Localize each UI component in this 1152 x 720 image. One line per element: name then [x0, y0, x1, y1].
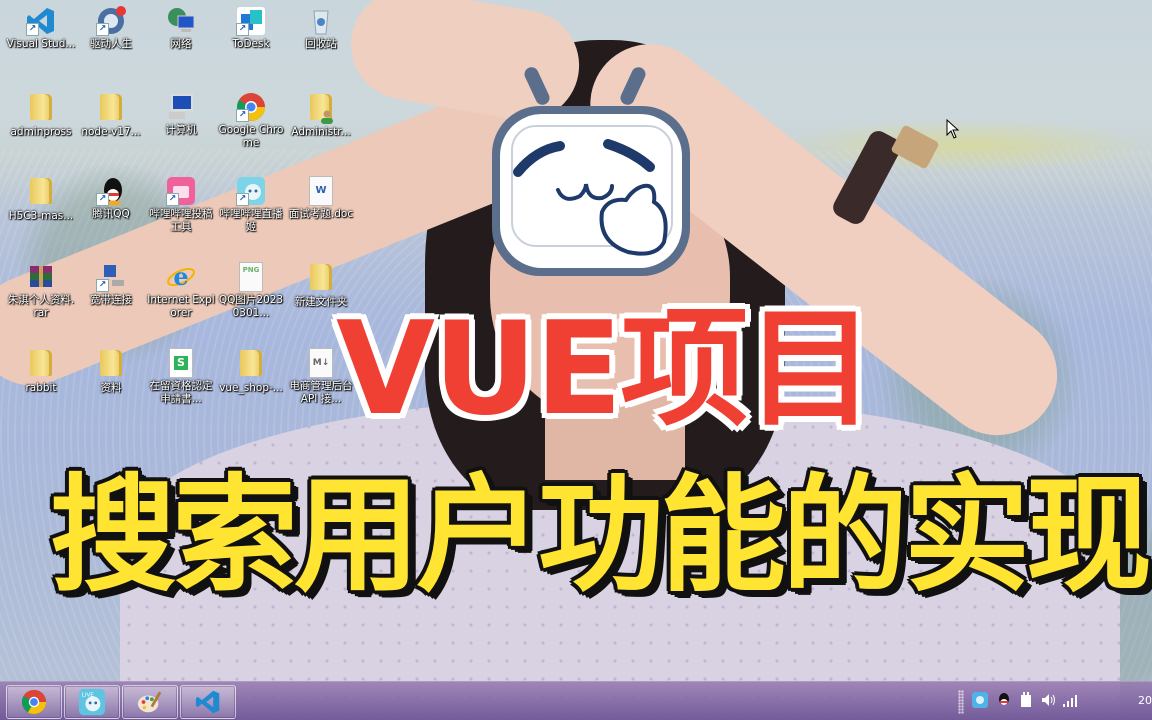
desktop-icon-label: 腾讯QQ — [92, 208, 130, 220]
desktop-icon-label: 回收站 — [305, 38, 337, 50]
desktop-icon-grid: ↗ Visual Stud... ↗ 驱动人生 网络 ↗ ToDesk 回收站 … — [0, 0, 360, 420]
taskbar-button-paint[interactable] — [122, 685, 178, 719]
user-folder-icon — [306, 94, 336, 124]
desktop-icon[interactable]: ↗ 腾讯QQ — [76, 176, 146, 221]
computer-icon — [166, 92, 196, 122]
desktop-icon[interactable]: 网络 — [146, 6, 216, 51]
svg-text:LIVE: LIVE — [82, 692, 95, 698]
bilibili-upload-icon: ↗ — [166, 176, 196, 206]
desktop-icon[interactable]: S 在留資格認定申請書... — [146, 348, 216, 406]
desktop-icon[interactable]: 资料 — [76, 348, 146, 395]
desktop-icon-label: Visual Stud... — [6, 38, 76, 50]
desktop-icon[interactable]: node-v17... — [76, 92, 146, 139]
desktop-icon-label: ToDesk — [232, 38, 270, 50]
word-doc-icon: W — [306, 176, 336, 206]
winrar-icon — [26, 262, 56, 292]
desktop-icon[interactable]: H5C3-mas... — [6, 176, 76, 223]
png-file-icon: PNG — [236, 262, 266, 292]
bilibili-mascot-sticker — [492, 67, 690, 276]
desktop-icon-label: H5C3-mas... — [8, 210, 74, 222]
qq-icon: ↗ — [96, 176, 126, 206]
driver-life-icon: ↗ — [96, 6, 126, 36]
desktop-icon[interactable]: ↗ 哔哩哔哩直播姬 — [216, 176, 286, 234]
desktop-icon[interactable]: Administr... — [286, 92, 356, 139]
desktop-icon-label: 哔哩哔哩直播姬 — [219, 208, 283, 233]
bilibili-live-icon: LIVE — [78, 688, 106, 716]
folder-icon — [96, 94, 126, 124]
qq-tray-icon[interactable] — [996, 692, 1012, 708]
desktop-icon[interactable]: 朱淇个人资料.rar — [6, 262, 76, 320]
taskbar-clock[interactable]: 20 — [1138, 694, 1152, 707]
desktop-icon[interactable]: PNG QQ图片20230301... — [216, 262, 286, 320]
desktop-icon-label: 资料 — [100, 382, 122, 394]
vscode-icon: ↗ — [26, 6, 56, 36]
desktop-icon[interactable]: W 面试考题.doc — [286, 176, 356, 221]
desktop-icon[interactable]: ↗ ToDesk — [216, 6, 286, 51]
broadband-icon: ↗ — [96, 262, 126, 292]
desktop-icon[interactable]: ↗ 宽带连接 — [76, 262, 146, 307]
bilibili-live-icon: ↗ — [236, 176, 266, 206]
folder-icon — [26, 350, 56, 380]
desktop-icon[interactable]: 计算机 — [146, 92, 216, 137]
desktop-icon-label: 计算机 — [165, 124, 197, 136]
todesk-icon: ↗ — [236, 6, 266, 36]
desktop-icon-label: adminpross — [10, 126, 72, 138]
yellow-flowers — [780, 118, 1152, 173]
overlay-title-secondary: 搜索用户功能的实现 — [50, 462, 1152, 609]
desktop-icon[interactable]: e Internet Explorer — [146, 262, 216, 320]
folder-icon — [26, 178, 56, 208]
tray-app-icon[interactable] — [972, 692, 988, 708]
folder-icon — [306, 264, 336, 294]
signal-icon[interactable] — [1062, 692, 1078, 708]
folder-icon — [26, 94, 56, 124]
taskbar: LIVE 20 — [0, 681, 1152, 720]
desktop-icon-label: rabbit — [25, 382, 57, 394]
desktop-icon-label: QQ图片20230301... — [218, 294, 284, 319]
vscode-icon — [195, 690, 220, 714]
desktop-icon[interactable]: ↗ Google Chrome — [216, 92, 286, 150]
desktop-icon-label: Google Chrome — [218, 124, 284, 149]
wps-sheet-icon: S — [166, 348, 196, 378]
chrome-icon: ↗ — [236, 92, 266, 122]
taskbar-button-chrome[interactable] — [6, 685, 62, 719]
recycle-bin-icon — [306, 6, 336, 36]
paint-palette-icon — [137, 691, 162, 713]
desktop-icon-label: vue_shop-... — [219, 382, 283, 394]
desktop-icon-label: 驱动人生 — [90, 38, 132, 50]
network-icon — [166, 6, 196, 36]
svg-text:e: e — [173, 262, 188, 291]
desktop-icon-label: 宽带连接 — [90, 294, 132, 306]
desktop-icon[interactable]: adminpross — [6, 92, 76, 139]
desktop-icon-label: node-v17... — [81, 126, 141, 138]
overlay-title-primary: VUE项目 — [336, 295, 874, 444]
chrome-icon — [21, 689, 47, 715]
desktop-icon-label: Internet Explorer — [147, 294, 215, 319]
volume-icon[interactable] — [1040, 692, 1056, 708]
desktop-icon[interactable]: ↗ 驱动人生 — [76, 6, 146, 51]
taskbar-button-bilibili-live[interactable]: LIVE — [64, 685, 120, 719]
system-tray: 20 — [952, 682, 1152, 720]
desktop-icon-label: 朱淇个人资料.rar — [7, 294, 75, 319]
markdown-file-icon: M↓ — [306, 348, 336, 378]
ie-icon: e — [166, 262, 196, 292]
desktop-icon[interactable]: ↗ Visual Stud... — [6, 6, 76, 51]
desktop-icon-label: 面试考题.doc — [288, 208, 354, 220]
desktop-icon-label: 哔哩哔哩投稿工具 — [149, 208, 213, 233]
desktop-icon[interactable]: rabbit — [6, 348, 76, 395]
power-icon[interactable] — [1018, 692, 1034, 708]
taskbar-button-vscode[interactable] — [180, 685, 236, 719]
desktop-icon[interactable]: ↗ 哔哩哔哩投稿工具 — [146, 176, 216, 234]
desktop-icon-label: Administr... — [291, 126, 351, 138]
desktop-icon[interactable]: 回收站 — [286, 6, 356, 51]
folder-icon — [236, 350, 266, 380]
desktop-icon-label: 网络 — [170, 38, 192, 50]
folder-icon — [96, 350, 126, 380]
mouse-cursor-icon — [946, 119, 960, 139]
desktop-icon[interactable]: vue_shop-... — [216, 348, 286, 395]
desktop-icon-label: 在留資格認定申請書... — [149, 380, 213, 405]
